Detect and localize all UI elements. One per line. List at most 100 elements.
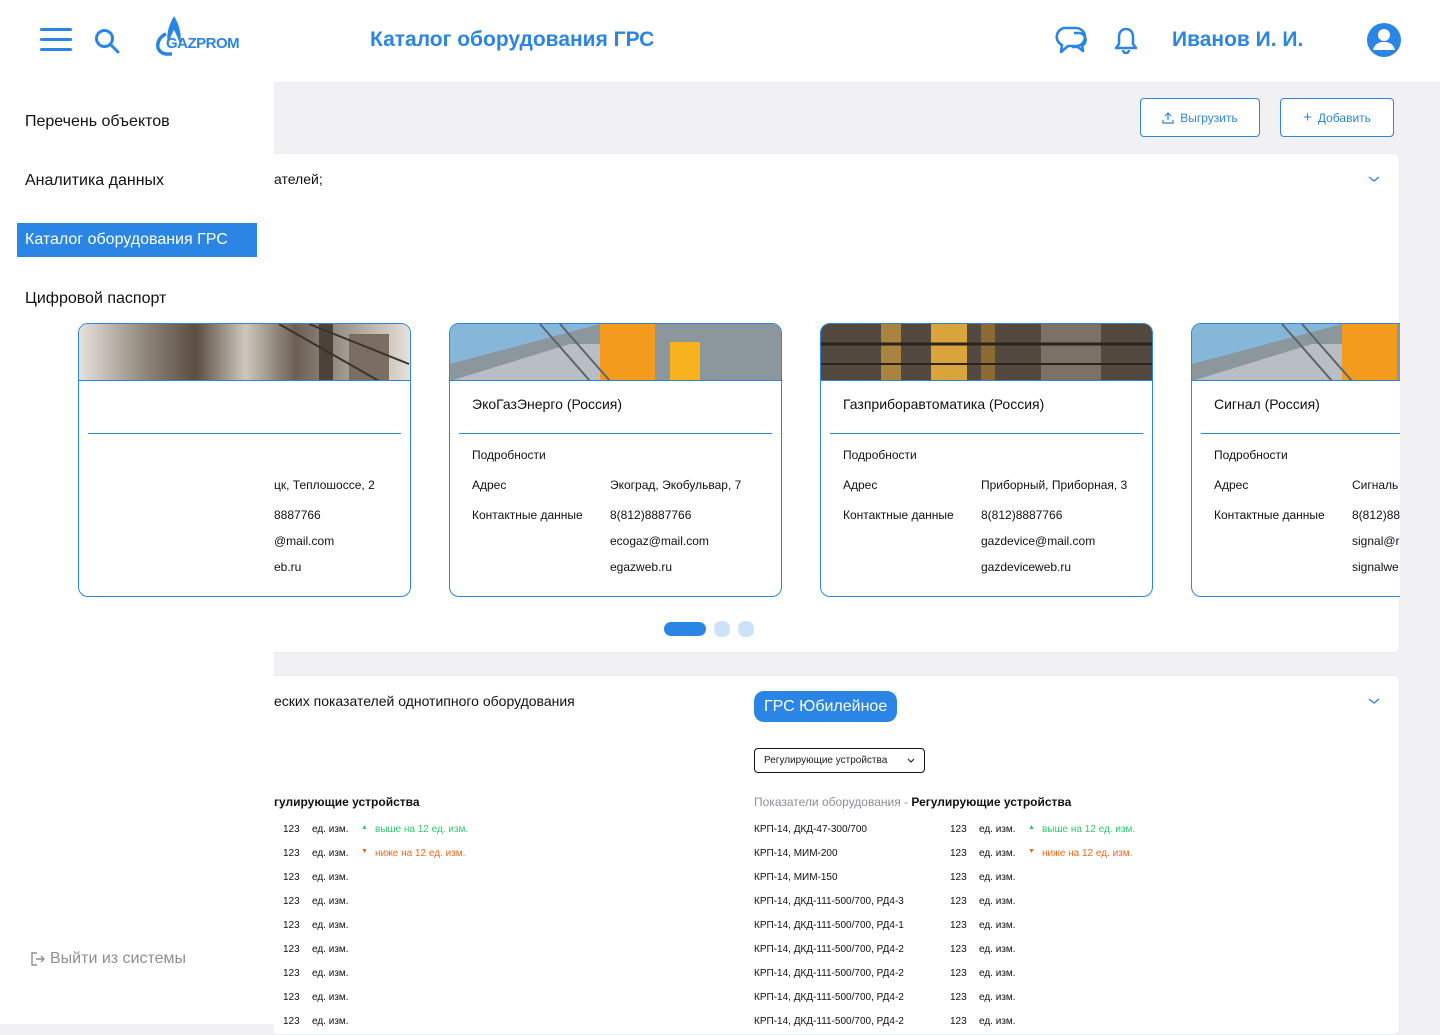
card-address-value: Сигналь: [1352, 478, 1399, 492]
row-equipment-name: КРП-14, ДКД-111-500/700, РД4-2: [754, 992, 904, 1003]
card-divider: [88, 433, 401, 434]
card-web-value[interactable]: gazdeviceweb.ru: [981, 560, 1071, 574]
row-equipment-name: КРП-14, ДКД-111-500/700, РД4-2: [754, 944, 904, 955]
comparison-panel-title: еских показателей однотипного оборудован…: [274, 693, 575, 709]
right-heading-prefix: Показатели оборудования -: [754, 795, 912, 809]
card-email-value[interactable]: ecogaz@mail.com: [610, 534, 709, 548]
avatar-icon[interactable]: [1366, 22, 1402, 58]
add-button[interactable]: + Добавить: [1280, 98, 1394, 137]
row-value: 123: [950, 968, 967, 979]
row-unit: ед. изм.: [979, 896, 1016, 907]
card-divider: [459, 433, 772, 434]
search-icon[interactable]: [94, 28, 120, 54]
chevron-down-icon: [907, 758, 915, 763]
card-address-value: Приборный, Приборная, 3: [981, 478, 1128, 492]
row-unit: ед. изм.: [312, 920, 349, 931]
row-unit: ед. изм.: [979, 920, 1016, 931]
card-web-value[interactable]: egazweb.ru: [610, 560, 672, 574]
manufacturer-card-partial[interactable]: цк, Теплошоссе, 2 8887766 @mail.com eb.r…: [78, 323, 411, 597]
card-email-value[interactable]: signal@r: [1352, 534, 1400, 548]
carousel-page-1[interactable]: [664, 622, 706, 636]
bell-icon[interactable]: [1114, 26, 1138, 54]
logout-icon: [31, 952, 45, 966]
card-details-label: Подробности: [843, 448, 917, 462]
card-address-label: Адрес: [843, 478, 878, 492]
page-title: Каталог оборудования ГРС: [370, 28, 655, 51]
plant-image: [1192, 324, 1400, 380]
chat-icon[interactable]: [1052, 24, 1088, 56]
row-value: 123: [283, 872, 300, 883]
card-image: [79, 324, 410, 381]
row-value: 123: [950, 1016, 967, 1027]
row-value: 123: [283, 1016, 300, 1027]
card-contacts-label: Контактные данные: [472, 508, 583, 522]
arrow-down-icon: ▼: [361, 848, 368, 855]
plus-icon: +: [1303, 108, 1312, 126]
user-name[interactable]: Иванов И. И.: [1172, 28, 1303, 52]
pipes-image: [821, 324, 1152, 380]
row-value: 123: [950, 848, 967, 859]
right-heading-bold: Регулирующие устройства: [911, 795, 1072, 809]
sidebar-item-digital-passport[interactable]: Цифровой паспорт: [17, 282, 257, 316]
row-equipment-name: КРП-14, МИМ-200: [754, 848, 838, 859]
equipment-type-select[interactable]: Регулирующие устройства: [754, 748, 925, 773]
row-unit: ед. изм.: [979, 968, 1016, 979]
card-divider: [830, 433, 1143, 434]
card-phone-value: 8(812)88: [1352, 508, 1400, 522]
row-trend-note: выше на 12 ед. изм.: [1042, 824, 1136, 835]
right-column-heading: Показатели оборудования - Регулирующие у…: [754, 795, 1071, 809]
logout-label: Выйти из системы: [50, 950, 187, 967]
card-name: Сигнал (Россия): [1214, 396, 1320, 412]
logout-button[interactable]: Выйти из системы: [30, 950, 186, 968]
card-phone-value: 8(812)8887766: [981, 508, 1063, 522]
row-value: 123: [283, 944, 300, 955]
carousel-page-2[interactable]: [714, 621, 730, 637]
export-button[interactable]: Выгрузить: [1140, 98, 1260, 137]
select-value: Регулирующие устройства: [764, 755, 888, 766]
card-name: ЭкоГазЭнерго (Россия): [472, 396, 623, 412]
row-unit: ед. изм.: [312, 848, 349, 859]
carousel-page-3[interactable]: [738, 621, 754, 637]
row-value: 123: [950, 992, 967, 1003]
row-unit: ед. изм.: [312, 824, 349, 835]
card-details-label: Подробности: [472, 448, 546, 462]
row-unit: ед. изм.: [979, 872, 1016, 883]
row-value: 123: [283, 848, 300, 859]
row-trend-note: ниже на 12 ед. изм.: [375, 848, 466, 859]
row-equipment-name: КРП-14, ДКД-111-500/700, РД4-2: [754, 968, 904, 979]
card-address-label: Адрес: [1214, 478, 1249, 492]
station-badge[interactable]: ГРС Юбилейное: [754, 691, 898, 722]
manufacturer-card[interactable]: ЭкоГазЭнерго (Россия) Подробности Адрес …: [449, 323, 782, 597]
row-value: 123: [950, 896, 967, 907]
sidebar-item-catalog[interactable]: Каталог оборудования ГРС: [17, 223, 257, 257]
manufacturer-card[interactable]: Сигнал (Россия) Подробности Адрес Сигнал…: [1191, 323, 1400, 597]
row-equipment-name: КРП-14, ДКД-111-500/700, РД4-1: [754, 920, 904, 931]
chevron-down-icon[interactable]: [1367, 696, 1381, 706]
row-value: 123: [283, 896, 300, 907]
card-web-value: eb.ru: [274, 560, 302, 574]
card-email-value[interactable]: gazdevice@mail.com: [981, 534, 1095, 548]
card-contacts-label: Контактные данные: [843, 508, 954, 522]
row-value: 123: [283, 992, 300, 1003]
plant-image: [450, 324, 781, 380]
row-unit: ед. изм.: [979, 848, 1016, 859]
card-email-value: @mail.com: [274, 534, 335, 548]
row-trend-note: выше на 12 ед. изм.: [375, 824, 469, 835]
chevron-down-icon[interactable]: [1367, 174, 1381, 184]
row-unit: ед. изм.: [312, 872, 349, 883]
add-label: Добавить: [1317, 110, 1371, 125]
sidebar-item-objects[interactable]: Перечень объектов: [17, 105, 257, 139]
card-phone-value: 8887766: [274, 508, 321, 522]
export-label: Выгрузить: [1180, 110, 1238, 125]
menu-icon[interactable]: [40, 28, 72, 52]
row-trend-note: ниже на 12 ед. изм.: [1042, 848, 1133, 859]
manufacturer-card[interactable]: Газприборавтоматика (Россия) Подробности…: [820, 323, 1153, 597]
card-details-label: Подробности: [1214, 448, 1288, 462]
card-address-label: Адрес: [472, 478, 507, 492]
card-address-value: Экоград, Экобульвар, 7: [610, 478, 742, 492]
sidebar-item-analytics[interactable]: Аналитика данных: [17, 164, 257, 198]
card-web-value[interactable]: signalwe: [1352, 560, 1399, 574]
arrow-down-icon: ▼: [1028, 848, 1035, 855]
row-equipment-name: КРП-14, ДКД-111-500/700, РД4-3: [754, 896, 904, 907]
row-value: 123: [950, 944, 967, 955]
